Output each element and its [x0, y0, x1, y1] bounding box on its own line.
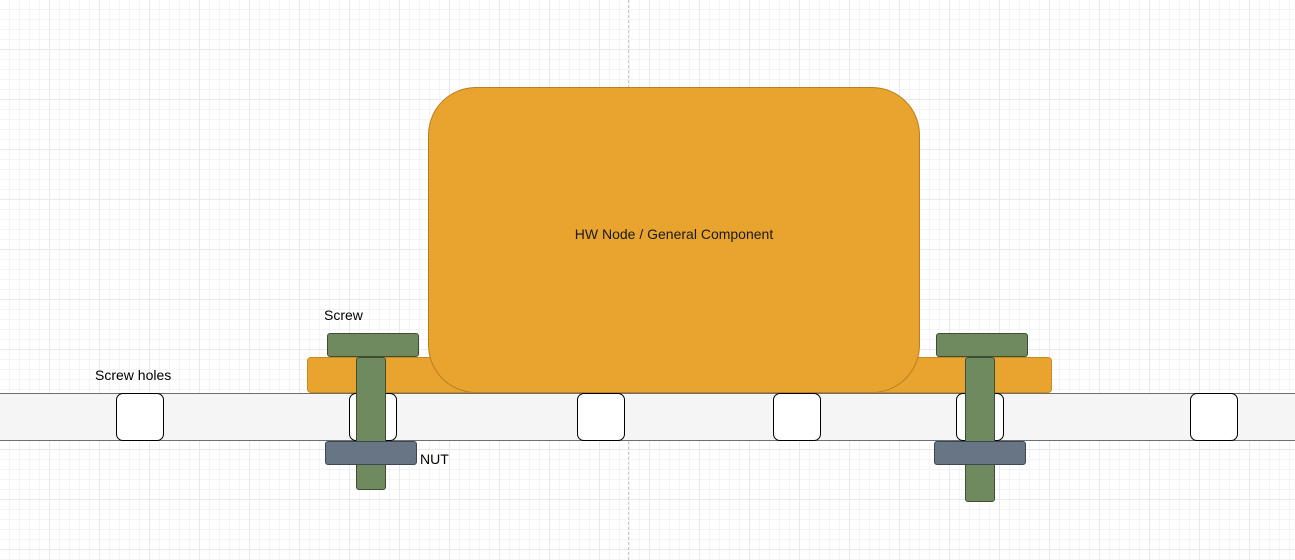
screw-shank[interactable] — [356, 357, 386, 490]
screw-hole[interactable] — [116, 393, 164, 441]
nut-label[interactable]: NUT — [420, 451, 449, 467]
screw-hole[interactable] — [577, 393, 625, 441]
screw-label[interactable]: Screw — [324, 307, 363, 323]
screw-holes-label[interactable]: Screw holes — [95, 367, 171, 383]
hw-node-label: HW Node / General Component — [574, 226, 774, 242]
screw-head[interactable] — [327, 333, 419, 357]
nut[interactable] — [934, 441, 1026, 465]
nut[interactable] — [325, 441, 417, 465]
din-rail[interactable] — [0, 393, 1295, 441]
screw-head[interactable] — [936, 333, 1028, 357]
screw-hole[interactable] — [1190, 393, 1238, 441]
hw-node-component[interactable]: HW Node / General Component — [428, 87, 920, 393]
screw-shank[interactable] — [965, 357, 995, 502]
screw-hole[interactable] — [773, 393, 821, 441]
